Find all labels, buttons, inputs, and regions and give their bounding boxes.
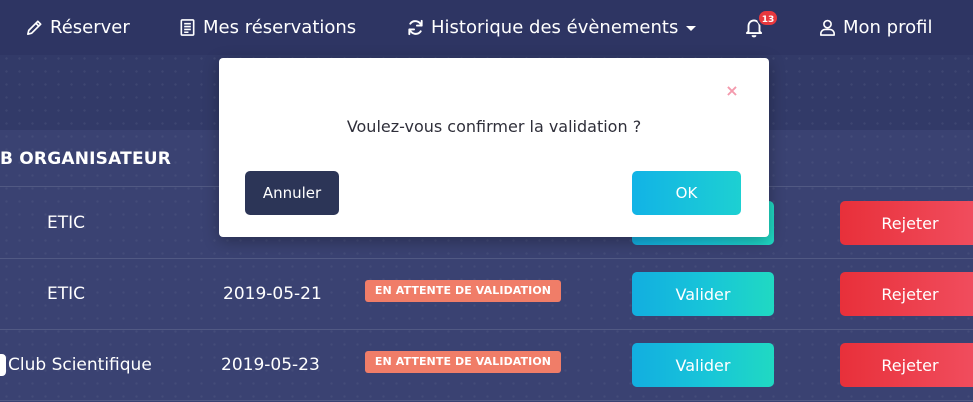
- refresh-icon: [408, 19, 423, 35]
- club-logo-icon: [0, 354, 6, 376]
- top-navbar: Réserver Mes réservations Historique des…: [0, 0, 973, 55]
- cancel-button[interactable]: Annuler: [245, 171, 339, 215]
- table-row: ETIC 2019-05-21 EN ATTENTE DE VALIDATION…: [0, 259, 973, 330]
- reject-button[interactable]: Rejeter: [840, 201, 973, 245]
- nav-mes-reservations[interactable]: Mes réservations: [178, 14, 356, 40]
- row-date: 2019-05-21: [223, 284, 322, 304]
- nav-mon-profil[interactable]: Mon profil: [818, 14, 932, 40]
- status-badge: EN ATTENTE DE VALIDATION: [365, 280, 561, 302]
- nav-reserver[interactable]: Réserver: [25, 14, 130, 40]
- confirm-dialog: × Voulez-vous confirmer la validation ? …: [219, 58, 769, 237]
- document-icon: [180, 18, 195, 36]
- table-row: Club Scientifique 2019-05-23 EN ATTENTE …: [0, 330, 973, 401]
- reject-button[interactable]: Rejeter: [840, 272, 973, 316]
- validate-button[interactable]: Valider: [632, 272, 774, 316]
- status-badge: EN ATTENTE DE VALIDATION: [365, 351, 561, 373]
- reject-button[interactable]: Rejeter: [840, 343, 973, 387]
- row-club: Club Scientifique: [8, 355, 152, 375]
- row-club: ETIC: [47, 213, 86, 233]
- caret-down-icon: [686, 25, 697, 31]
- row-date: 2019-05-23: [221, 355, 320, 375]
- validate-button[interactable]: Valider: [632, 343, 774, 387]
- nav-historique-dropdown[interactable]: Historique des évènements: [406, 14, 697, 40]
- nav-mon-profil-label: Mon profil: [843, 16, 933, 38]
- notification-count-badge: 13: [757, 9, 779, 27]
- column-header-club: B ORGANISATEUR: [0, 149, 172, 169]
- nav-reserver-label: Réserver: [50, 16, 130, 38]
- ok-button[interactable]: OK: [632, 171, 741, 215]
- row-club: ETIC: [47, 284, 86, 304]
- dialog-message: Voulez-vous confirmer la validation ?: [346, 117, 642, 136]
- close-icon[interactable]: ×: [725, 83, 739, 99]
- nav-historique-label: Historique des évènements: [431, 16, 679, 38]
- nav-mes-reservations-label: Mes réservations: [203, 16, 357, 38]
- notifications-button[interactable]: 13: [741, 9, 779, 42]
- pencil-icon: [26, 19, 42, 35]
- user-icon: [820, 19, 835, 36]
